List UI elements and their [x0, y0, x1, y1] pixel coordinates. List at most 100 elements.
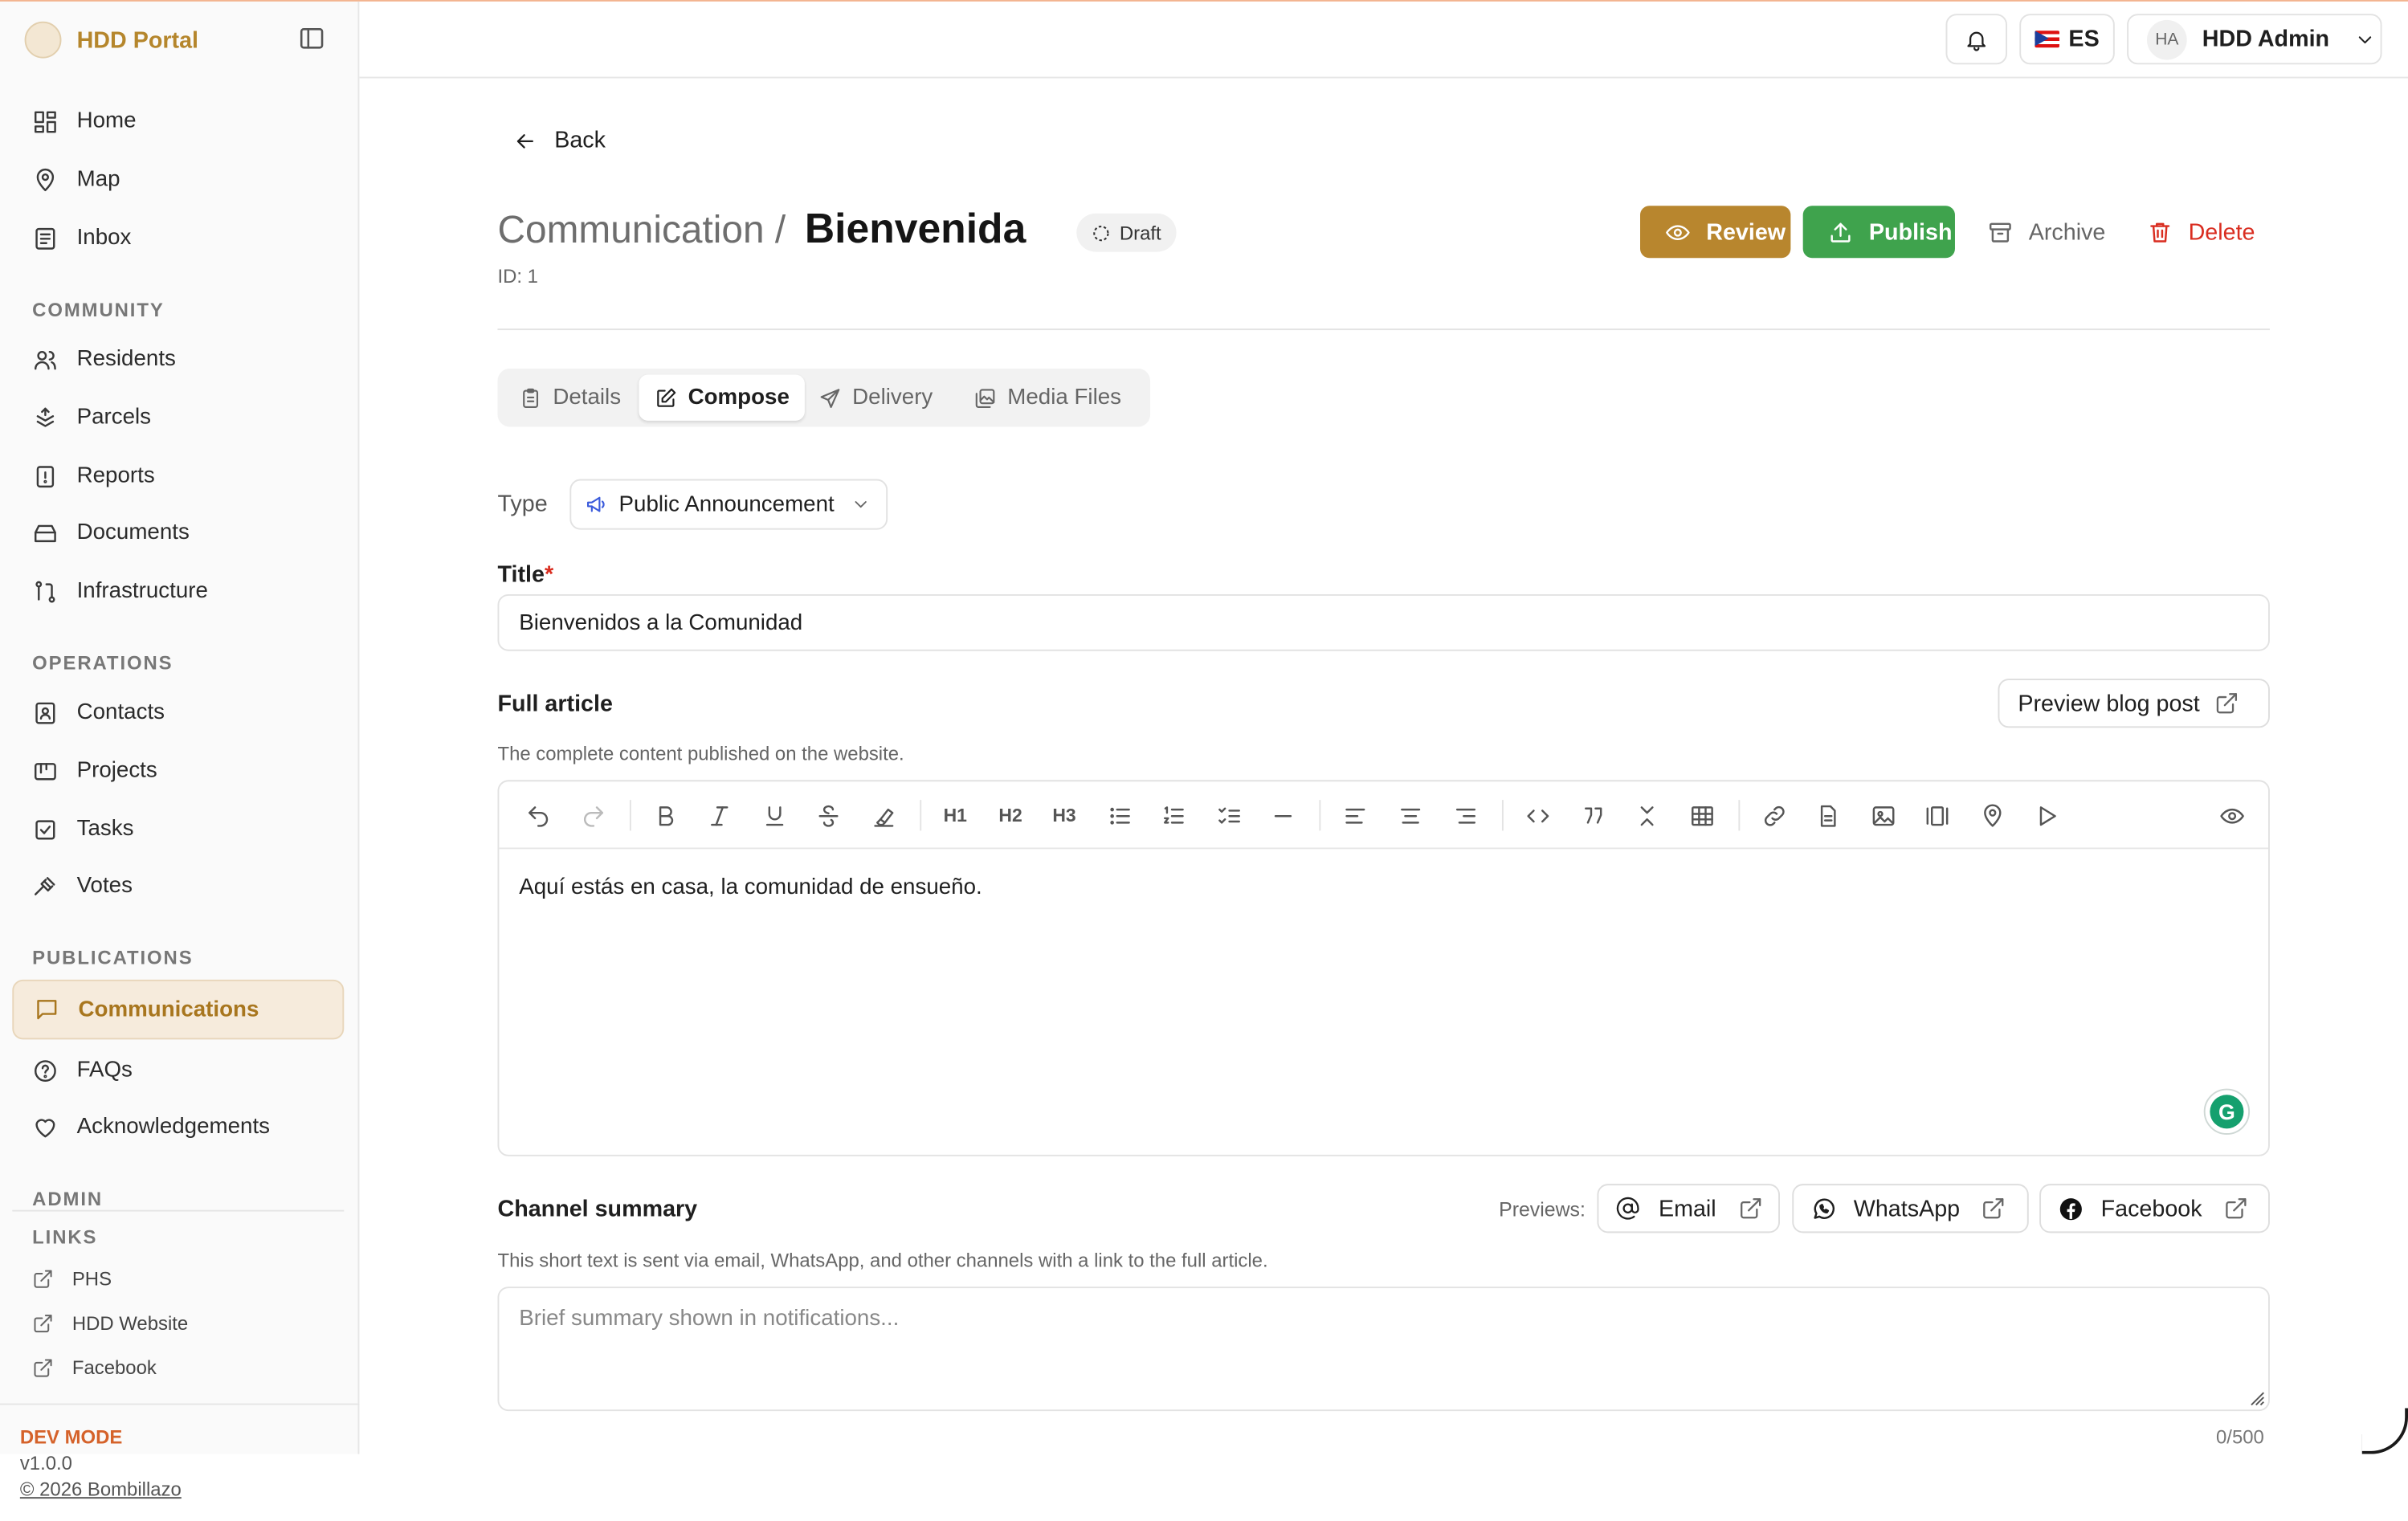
sidebar-item-label: Communications — [78, 997, 259, 1022]
tab-media-files[interactable]: Media Files — [958, 375, 1137, 421]
underline-icon[interactable] — [759, 800, 790, 830]
editor-content[interactable]: Aquí estás en casa, la comunidad de ensu… — [519, 875, 982, 900]
align-center-icon[interactable] — [1394, 800, 1425, 830]
tab-details[interactable]: Details — [504, 375, 636, 421]
heading-2-icon[interactable]: H2 — [995, 800, 1026, 830]
sidebar-item-home[interactable]: Home — [12, 94, 344, 149]
avatar: HA — [2146, 18, 2187, 59]
required-mark: * — [544, 561, 554, 589]
quote-icon[interactable] — [1577, 800, 1608, 830]
heart-icon — [32, 1114, 59, 1140]
grammarly-icon[interactable]: G — [2203, 1088, 2251, 1135]
delete-button[interactable]: Delete — [2122, 206, 2270, 258]
sidebar-item-label: Contacts — [76, 699, 165, 725]
email-label: Email — [1658, 1195, 1716, 1221]
document-icon[interactable] — [1812, 800, 1843, 830]
type-label: Type — [497, 491, 548, 518]
user-menu[interactable]: HA HDD Admin — [2127, 14, 2382, 65]
link-icon[interactable] — [1758, 800, 1789, 830]
sidebar-toggle-icon[interactable] — [298, 25, 325, 52]
copyright-link[interactable]: © 2026 Bombillazo — [20, 1478, 182, 1500]
highlight-icon[interactable] — [867, 800, 898, 830]
images-icon — [973, 386, 997, 410]
help-icon — [32, 1057, 59, 1083]
resize-handle-icon[interactable] — [2247, 1388, 2265, 1406]
sidebar-item-inbox[interactable]: Inbox — [12, 210, 344, 266]
location-icon[interactable] — [1977, 800, 2007, 830]
tasks-icon — [32, 816, 59, 842]
heading-1-icon[interactable]: H1 — [940, 800, 970, 830]
tab-delivery[interactable]: Delivery — [803, 375, 948, 421]
preview-blog-post-button[interactable]: Preview blog post — [1998, 679, 2270, 728]
horizontal-rule-icon[interactable] — [1267, 800, 1297, 830]
sidebar-item-documents[interactable]: Documents — [12, 505, 344, 561]
align-left-icon[interactable] — [1339, 800, 1369, 830]
link-phs[interactable]: PHS — [32, 1268, 112, 1290]
link-facebook[interactable]: Facebook — [32, 1357, 157, 1379]
breadcrumb[interactable]: Communication / — [497, 209, 786, 253]
image-icon[interactable] — [1867, 800, 1898, 830]
task-list-icon[interactable] — [1213, 800, 1243, 830]
link-hdd-website[interactable]: HDD Website — [32, 1313, 188, 1335]
strikethrough-icon[interactable] — [812, 800, 843, 830]
publish-button[interactable]: Publish — [1802, 206, 1955, 259]
sidebar-item-projects[interactable]: Projects — [12, 743, 344, 798]
toolbar-separator — [1738, 800, 1741, 831]
brand-logo — [24, 21, 62, 59]
bullet-list-icon[interactable] — [1104, 800, 1135, 830]
table-icon[interactable] — [1686, 800, 1716, 830]
sidebar-item-reports[interactable]: Reports — [12, 448, 344, 504]
play-icon[interactable] — [2030, 800, 2061, 830]
code-icon[interactable] — [1522, 800, 1553, 830]
back-button[interactable]: Back — [513, 128, 606, 153]
external-link-icon — [1981, 1196, 2006, 1221]
tab-label: Media Files — [1007, 385, 1122, 410]
sidebar-item-map[interactable]: Map — [12, 152, 344, 207]
gallery-icon[interactable] — [1921, 800, 1952, 830]
at-sign-icon — [1615, 1196, 1640, 1221]
facebook-preview-button[interactable]: Facebook — [2039, 1184, 2270, 1234]
undo-icon[interactable] — [522, 800, 553, 830]
language-selector[interactable]: ES — [2019, 14, 2115, 65]
sidebar-item-votes[interactable]: Votes — [12, 858, 344, 914]
notifications-button[interactable] — [1945, 14, 2007, 65]
archive-label: Archive — [2028, 218, 2106, 245]
sidebar-item-faqs[interactable]: FAQs — [12, 1042, 344, 1098]
collapse-icon[interactable] — [1631, 800, 1662, 830]
report-icon — [32, 463, 59, 489]
sidebar-item-label: Tasks — [76, 817, 134, 842]
email-preview-button[interactable]: Email — [1597, 1184, 1781, 1234]
archive-button[interactable]: Archive — [1963, 206, 2116, 258]
status-label: Draft — [1119, 222, 1161, 244]
channel-summary-label: Channel summary — [497, 1196, 698, 1222]
toolbar-separator — [920, 800, 922, 831]
title-label-text: Title — [497, 561, 545, 589]
message-icon — [34, 997, 60, 1023]
heading-2-label: H2 — [998, 804, 1022, 826]
sidebar-item-acknowledgements[interactable]: Acknowledgements — [12, 1099, 344, 1155]
title-input[interactable]: Bienvenidos a la Comunidad — [497, 593, 2270, 651]
section-label-operations: OPERATIONS — [32, 652, 173, 675]
rich-text-editor[interactable]: H1 H2 H3 Aquí estás en casa, la comunida… — [497, 780, 2270, 1156]
window-corner — [2361, 1408, 2408, 1454]
sidebar-item-tasks[interactable]: Tasks — [12, 801, 344, 857]
tab-compose[interactable]: Compose — [639, 374, 806, 421]
sidebar-item-residents[interactable]: Residents — [12, 332, 344, 387]
brand[interactable]: HDD Portal — [24, 17, 198, 63]
align-right-icon[interactable] — [1450, 800, 1480, 830]
review-button[interactable]: Review — [1640, 206, 1791, 259]
heading-3-icon[interactable]: H3 — [1049, 800, 1080, 830]
whatsapp-preview-button[interactable]: WhatsApp — [1792, 1184, 2029, 1234]
preview-eye-icon[interactable] — [2216, 800, 2247, 830]
italic-icon[interactable] — [704, 800, 734, 830]
bold-icon[interactable] — [650, 800, 680, 830]
home-icon — [32, 108, 59, 135]
sidebar-item-communications[interactable]: Communications — [12, 979, 345, 1040]
sidebar-item-parcels[interactable]: Parcels — [12, 390, 344, 446]
numbered-list-icon[interactable] — [1158, 800, 1189, 830]
type-select[interactable]: Public Announcement — [569, 479, 888, 530]
sidebar-item-contacts[interactable]: Contacts — [12, 685, 344, 740]
summary-textarea[interactable]: Brief summary shown in notifications... — [497, 1287, 2270, 1412]
sidebar-item-infrastructure[interactable]: Infrastructure — [12, 564, 344, 619]
redo-icon[interactable] — [578, 800, 608, 830]
